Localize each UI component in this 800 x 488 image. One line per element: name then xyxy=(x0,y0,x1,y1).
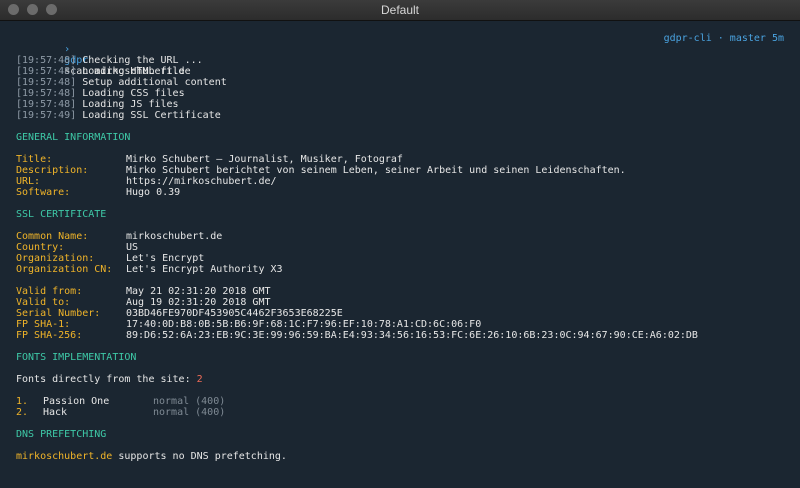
font-weight: normal (400) xyxy=(153,396,226,407)
dns-heading: DNS PREFETCHING xyxy=(16,429,107,440)
info-value: Mirko Schubert berichtet von seinem Lebe… xyxy=(126,165,626,176)
fonts-count: 2 xyxy=(196,374,203,385)
font-weight: normal (400) xyxy=(153,407,226,418)
info-row: Software: Hugo 0.39 xyxy=(16,187,784,198)
ssl-key: FP SHA-1: xyxy=(16,319,71,330)
ssl-row: Common Name: mirkoschubert.de xyxy=(16,231,784,242)
ssl-value: Let's Encrypt xyxy=(126,253,205,264)
log-line: [19:57:48] Loading JS files xyxy=(16,99,784,110)
info-key: Software: xyxy=(16,187,71,198)
info-value: https://mirkoschubert.de/ xyxy=(126,176,277,187)
ssl-value: mirkoschubert.de xyxy=(126,231,223,242)
info-value: Mirko Schubert – Journalist, Musiker, Fo… xyxy=(126,154,403,165)
ssl-value: 03BD46FE970DF453905C4462F3653E68225E xyxy=(126,308,343,319)
log-timestamp: [19:57:48] xyxy=(16,88,77,99)
ssl-value: Aug 19 02:31:20 2018 GMT xyxy=(126,297,271,308)
log-text: Loading CSS files xyxy=(82,88,185,99)
fonts-summary: Fonts directly from the site: 2 xyxy=(16,374,784,385)
font-name: Hack xyxy=(43,407,68,418)
info-key: URL: xyxy=(16,176,41,187)
log-line: [19:57:48] Setup additional content xyxy=(16,77,784,88)
log-text: Loading JS files xyxy=(82,99,179,110)
info-key: Description: xyxy=(16,165,89,176)
ssl-value: 89:D6:52:6A:23:EB:9C:3E:99:96:59:BA:E4:9… xyxy=(126,330,698,341)
ssl-row: Valid to: Aug 19 02:31:20 2018 GMT xyxy=(16,297,784,308)
git-status: gdpr-cli · master 5m xyxy=(663,33,784,44)
prompt-line: › gdpr scan mirkoschubert.de gdpr-cli · … xyxy=(16,33,784,77)
info-row: Description: Mirko Schubert berichtet von… xyxy=(16,165,784,176)
ssl-row: Organization CN: Let's Encrypt Authority … xyxy=(16,264,784,275)
ssl-row: Valid from: May 21 02:31:20 2018 GMT xyxy=(16,286,784,297)
info-key: Title: xyxy=(16,154,53,165)
font-number: 1. xyxy=(16,396,29,407)
log-line: [19:57:48] Loading CSS files xyxy=(16,88,784,99)
ssl-key: Serial Number: xyxy=(16,308,101,319)
font-list-item: 2. Hack normal (400) xyxy=(16,407,784,418)
title-bar: Default xyxy=(0,0,800,21)
dns-message: supports no DNS prefetching. xyxy=(118,451,287,462)
ssl-value: May 21 02:31:20 2018 GMT xyxy=(126,286,271,297)
ssl-key: Valid to: xyxy=(16,297,71,308)
log-timestamp: [19:57:49] xyxy=(16,110,77,121)
log-timestamp: [19:57:48] xyxy=(16,99,77,110)
terminal-window: Default › gdpr scan mirkoschubert.de gdp… xyxy=(0,0,800,488)
info-value: Hugo 0.39 xyxy=(126,187,181,198)
ssl-row: FP SHA-256: 89:D6:52:6A:23:EB:9C:3E:99:96… xyxy=(16,330,784,341)
ssl-key: Common Name: xyxy=(16,231,89,242)
terminal-output[interactable]: › gdpr scan mirkoschubert.de gdpr-cli · … xyxy=(0,21,800,462)
window-title: Default xyxy=(380,3,420,17)
log-text: Setup additional content xyxy=(82,77,227,88)
log-timestamp: [19:57:48] xyxy=(16,55,77,66)
ssl-key: Valid from: xyxy=(16,286,83,297)
log-line: [19:57:49] Loading SSL Certificate xyxy=(16,110,784,121)
ssl-row: Organization: Let's Encrypt xyxy=(16,253,784,264)
font-name: Passion One xyxy=(43,396,110,407)
log-line: [19:57:48] Loading HTML file xyxy=(16,66,784,77)
ssl-row: Serial Number: 03BD46FE970DF453905C4462F3… xyxy=(16,308,784,319)
ssl-heading: SSL CERTIFICATE xyxy=(16,209,107,220)
ssl-key: Organization CN: xyxy=(16,264,113,275)
log-text: Loading SSL Certificate xyxy=(82,110,221,121)
general-info-heading: GENERAL INFORMATION xyxy=(16,132,131,143)
ssl-value: US xyxy=(126,242,139,253)
ssl-value: 17:40:0D:B8:0B:5B:B6:9F:68:1C:F7:96:EF:1… xyxy=(126,319,482,330)
ssl-key: FP SHA-256: xyxy=(16,330,83,341)
font-list-item: 1. Passion One normal (400) xyxy=(16,396,784,407)
fonts-summary-label: Fonts directly from the site: xyxy=(16,374,191,385)
ssl-row: FP SHA-1: 17:40:0D:B8:0B:5B:B6:9F:68:1C:F… xyxy=(16,319,784,330)
dns-domain: mirkoschubert.de xyxy=(16,451,113,462)
prompt-arrow-icon: › xyxy=(64,44,71,55)
log-timestamp: [19:57:48] xyxy=(16,77,77,88)
ssl-key: Organization: xyxy=(16,253,95,264)
dns-result: mirkoschubert.de supports no DNS prefetc… xyxy=(16,451,784,462)
log-timestamp: [19:57:48] xyxy=(16,66,77,77)
ssl-key: Country: xyxy=(16,242,65,253)
info-row: Title: Mirko Schubert – Journalist, Musik… xyxy=(16,154,784,165)
log-text: Loading HTML file xyxy=(82,66,185,77)
info-row: URL: https://mirkoschubert.de/ xyxy=(16,176,784,187)
fonts-heading: FONTS IMPLEMENTATION xyxy=(16,352,137,363)
ssl-row: Country: US xyxy=(16,242,784,253)
ssl-value: Let's Encrypt Authority X3 xyxy=(126,264,283,275)
log-line: [19:57:48] Checking the URL ... xyxy=(16,55,784,66)
log-list: [19:57:48] Checking the URL ... [19:57:4… xyxy=(16,55,784,121)
font-number: 2. xyxy=(16,407,29,418)
log-text: Checking the URL ... xyxy=(82,55,203,66)
